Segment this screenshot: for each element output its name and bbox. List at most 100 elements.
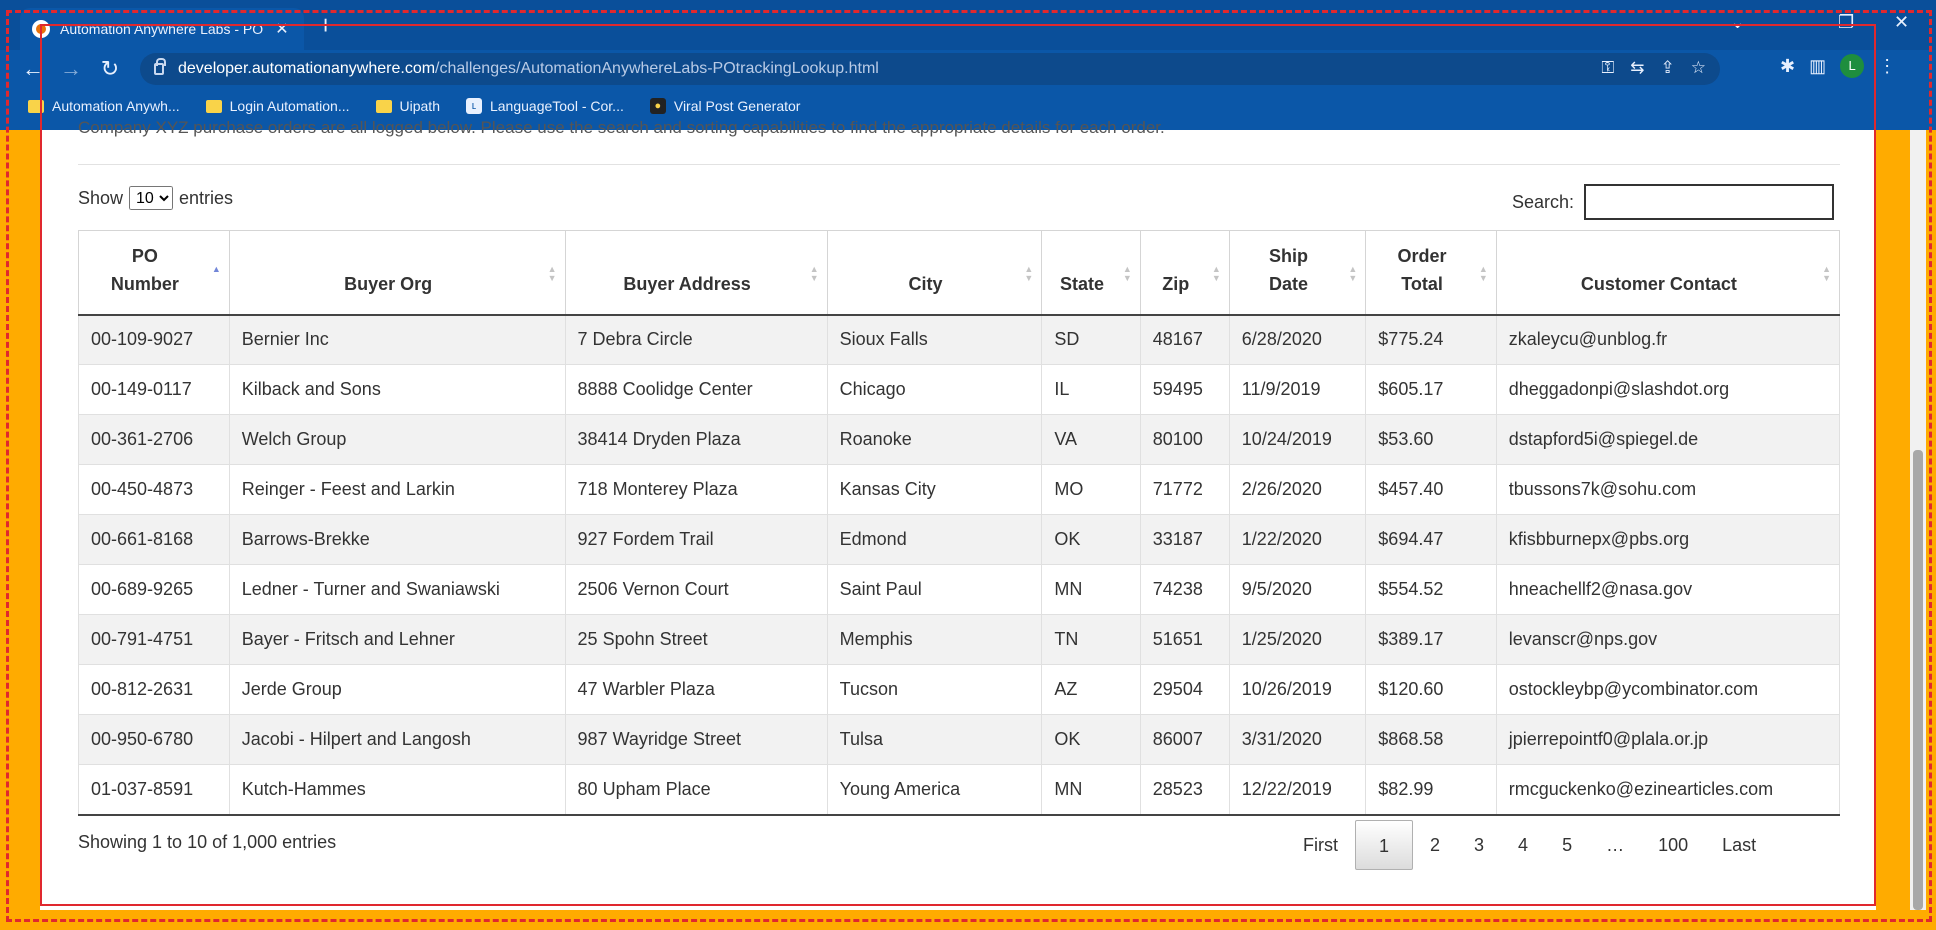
- bookmark-item[interactable]: ● Viral Post Generator: [649, 98, 800, 114]
- table-row[interactable]: 00-661-8168 Barrows-Brekke 927 Fordem Trai…: [78, 514, 1841, 565]
- column-header[interactable]: Order Total ▲ ▼: [1365, 230, 1497, 316]
- page-button[interactable]: First: [1286, 820, 1355, 870]
- table-row[interactable]: 00-689-9265 Ledner - Turner and Swaniawsk…: [78, 564, 1841, 615]
- state-cell: OK: [1041, 714, 1141, 765]
- table-row[interactable]: 00-361-2706 Welch Group 38414 Dryden Plaza…: [78, 414, 1841, 465]
- back-icon[interactable]: ←: [18, 54, 48, 84]
- buyer-org-cell: Reinger - Feest and Larkin: [228, 464, 566, 515]
- new-tab-icon[interactable]: +: [318, 12, 333, 38]
- page-button[interactable]: Last: [1705, 820, 1773, 870]
- page-button[interactable]: 4: [1501, 820, 1545, 870]
- column-header-label-line1: PO: [131, 245, 158, 266]
- buyer-org-cell: Kutch-Hammes: [228, 764, 566, 816]
- column-header[interactable]: Buyer Org ▲ ▼: [228, 230, 566, 316]
- buyer-org-cell: Bayer - Fritsch and Lehner: [228, 614, 566, 665]
- table-row[interactable]: 00-149-0117 Kilback and Sons 8888 Coolidge…: [78, 364, 1841, 415]
- column-header-label-line1: [576, 242, 799, 270]
- address-bar[interactable]: developer.automationanywhere.com/challen…: [140, 53, 1720, 85]
- page-button-current[interactable]: 1: [1355, 820, 1414, 870]
- table-row[interactable]: 00-109-9027 Bernier Inc 7 Debra Circle Siou…: [78, 314, 1841, 365]
- bookmark-star-icon[interactable]: ☆: [1691, 58, 1706, 78]
- column-header[interactable]: State ▲ ▼: [1041, 230, 1141, 316]
- menu-icon[interactable]: ⋮: [1878, 56, 1896, 77]
- page-length-control: Show 10 entries: [78, 186, 233, 210]
- zip-cell: 71772: [1139, 464, 1230, 515]
- state-cell: IL: [1041, 364, 1141, 415]
- customer-contact-cell: zkaleycu@unblog.fr: [1495, 314, 1841, 365]
- zip-cell: 86007: [1139, 714, 1230, 765]
- app-icon: ●: [649, 98, 666, 114]
- browser-toolbar: ← → ↻ developer.automationanywhere.com/c…: [0, 50, 1936, 88]
- column-header-label-line1: Ship: [1269, 245, 1309, 266]
- bookmark-item[interactable]: Login Automation...: [205, 98, 350, 114]
- column-header[interactable]: Buyer Address ▲ ▼: [564, 230, 828, 316]
- column-header-label: Buyer Org: [344, 273, 433, 294]
- buyer-address-cell: 47 Warbler Plaza: [564, 664, 828, 715]
- show-label: Show: [78, 187, 124, 208]
- bookmark-item[interactable]: ʟ LanguageTool - Cor...: [465, 98, 624, 114]
- bookmark-label: Automation Anywh...: [52, 98, 180, 114]
- zip-cell: 74238: [1139, 564, 1230, 615]
- close-window-icon[interactable]: ✕: [1894, 12, 1909, 33]
- ship-date-cell: 10/26/2019: [1228, 664, 1367, 715]
- browser-tab[interactable]: Automation Anywhere Labs - PO ✕: [20, 8, 304, 50]
- url-path: /challenges/AutomationAnywhereLabs-POtra…: [435, 60, 879, 77]
- table-row[interactable]: 00-450-4873 Reinger - Feest and Larkin 718…: [78, 464, 1841, 515]
- column-header[interactable]: Customer Contact ▲ ▼: [1495, 230, 1841, 316]
- po-number-cell: 00-361-2706: [78, 414, 230, 465]
- vertical-scrollbar[interactable]: [1910, 130, 1926, 910]
- column-header-label: Number: [110, 273, 179, 294]
- minimize-icon[interactable]: ⌄: [1730, 12, 1745, 33]
- column-header-label: State: [1060, 273, 1105, 294]
- column-header[interactable]: City ▲ ▼: [826, 230, 1043, 316]
- order-total-cell: $605.17: [1365, 364, 1497, 415]
- page-button[interactable]: 2: [1413, 820, 1457, 870]
- table-row[interactable]: 01-037-8591 Kutch-Hammes 80 Upham Place You…: [78, 764, 1841, 816]
- po-number-cell: 00-149-0117: [78, 364, 230, 415]
- table-row[interactable]: 00-950-6780 Jacobi - Hilpert and Langosh 9…: [78, 714, 1841, 765]
- translate-icon[interactable]: ⇆: [1630, 58, 1644, 78]
- buyer-address-cell: 927 Fordem Trail: [564, 514, 828, 565]
- page-button[interactable]: 5: [1545, 820, 1589, 870]
- buyer-address-cell: 987 Wayridge Street: [564, 714, 828, 765]
- pagination: First 1 2 3 4 5 … 100 Last: [1286, 820, 1773, 870]
- close-tab-icon[interactable]: ✕: [272, 19, 292, 39]
- column-header-label: Buyer Address: [623, 273, 751, 294]
- column-header[interactable]: Ship Date ▲ ▼: [1228, 230, 1367, 316]
- column-header[interactable]: PO Number ▲: [78, 230, 230, 316]
- po-number-cell: 00-950-6780: [78, 714, 230, 765]
- forward-icon[interactable]: →: [56, 54, 86, 84]
- table-body: 00-109-9027 Bernier Inc 7 Debra Circle Siou…: [78, 314, 1841, 816]
- page-button: …: [1606, 835, 1625, 855]
- bookmark-item[interactable]: Uipath: [375, 98, 440, 114]
- zip-cell: 51651: [1139, 614, 1230, 665]
- table-row[interactable]: 00-812-2631 Jerde Group 47 Warbler Plaza Tu…: [78, 664, 1841, 715]
- side-panel-icon[interactable]: ▥: [1809, 56, 1826, 77]
- page-button[interactable]: 100: [1641, 820, 1705, 870]
- profile-avatar[interactable]: L: [1840, 54, 1865, 78]
- restore-icon[interactable]: ❐: [1838, 12, 1854, 33]
- bookmark-item[interactable]: Automation Anywh...: [28, 98, 180, 114]
- ship-date-cell: 3/31/2020: [1228, 714, 1367, 765]
- reload-icon[interactable]: ↻: [95, 54, 125, 84]
- column-header-label-line1: [240, 242, 537, 270]
- city-cell: Memphis: [826, 614, 1043, 665]
- extensions-icon[interactable]: ✱: [1780, 56, 1795, 77]
- po-number-cell: 00-689-9265: [78, 564, 230, 615]
- scrollbar-thumb[interactable]: [1913, 450, 1923, 910]
- share-icon[interactable]: ⇪: [1661, 58, 1675, 78]
- page-length-select[interactable]: 10: [129, 186, 174, 210]
- bookmark-label: Login Automation...: [229, 98, 350, 114]
- column-header-label: Customer Contact: [1580, 273, 1737, 294]
- table-row[interactable]: 00-791-4751 Bayer - Fritsch and Lehner 25 …: [78, 614, 1841, 665]
- divider: [78, 164, 1840, 165]
- column-header[interactable]: Zip ▲ ▼: [1139, 230, 1230, 316]
- sort-both-icon: ▲ ▼: [1211, 264, 1221, 283]
- buyer-org-cell: Ledner - Turner and Swaniawski: [228, 564, 566, 615]
- page-button[interactable]: 3: [1457, 820, 1501, 870]
- state-cell: AZ: [1041, 664, 1141, 715]
- search-input[interactable]: [1584, 184, 1835, 220]
- search-control: Search:: [1512, 184, 1835, 220]
- key-icon[interactable]: ⚿: [1601, 58, 1614, 78]
- state-cell: OK: [1041, 514, 1141, 565]
